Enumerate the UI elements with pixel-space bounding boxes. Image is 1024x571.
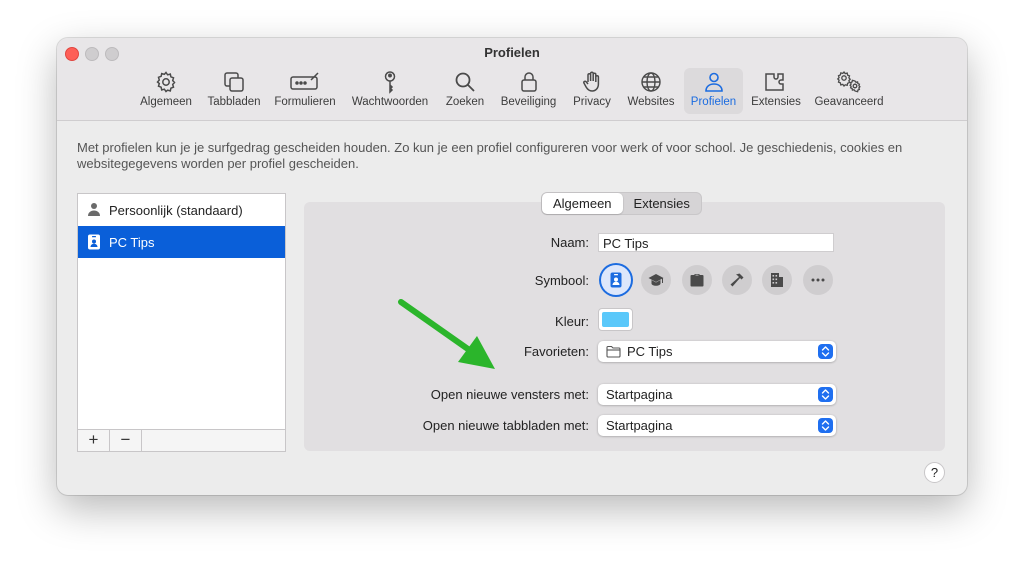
annotation-arrow-icon — [398, 299, 495, 369]
preferences-window: Profielen Algemeen Tabbladen Formulieren… — [57, 38, 967, 495]
